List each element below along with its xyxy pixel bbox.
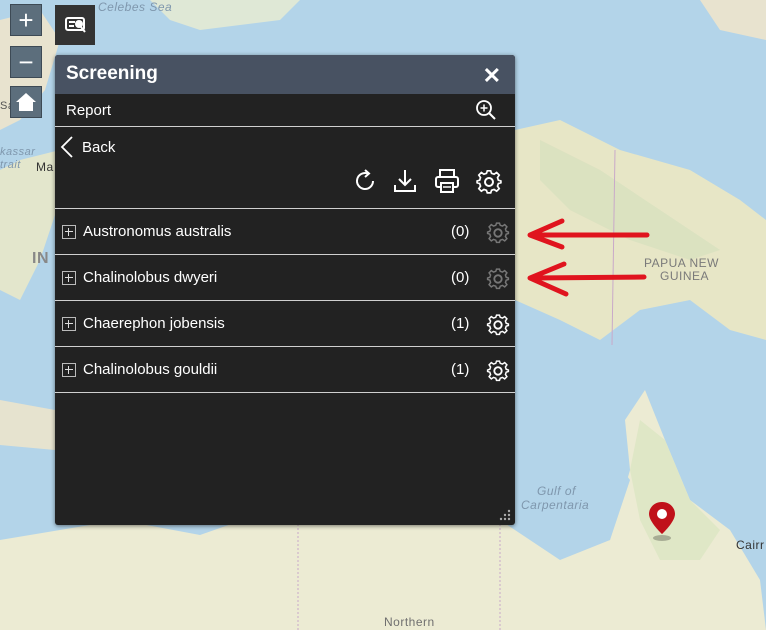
annotation-arrow xyxy=(527,218,650,250)
report-label: Report xyxy=(66,102,112,119)
location-pin-icon[interactable] xyxy=(646,500,678,542)
species-list: Austronomus australis (0) Chalinolobus d… xyxy=(55,208,515,393)
map-label-makassar: kassar xyxy=(0,146,36,158)
refresh-icon[interactable] xyxy=(351,167,379,195)
close-button[interactable]: ✕ xyxy=(483,63,501,89)
species-name: Chalinolobus gouldii xyxy=(83,361,218,378)
species-name: Austronomus australis xyxy=(83,223,232,240)
list-item[interactable]: Chalinolobus dwyeri (0) xyxy=(55,255,515,301)
expand-icon[interactable] xyxy=(62,271,76,285)
screening-panel: Screening ✕ Report Back Austronomus aust… xyxy=(55,55,515,525)
home-icon xyxy=(16,93,36,111)
screening-widget-button[interactable] xyxy=(55,5,95,45)
panel-header: Screening ✕ xyxy=(55,55,515,94)
annotation-arrow xyxy=(527,261,647,297)
settings-icon[interactable] xyxy=(485,219,511,245)
species-count: (1) xyxy=(451,361,470,378)
species-count: (0) xyxy=(451,223,470,240)
settings-icon[interactable] xyxy=(475,167,503,195)
settings-icon[interactable] xyxy=(485,357,511,383)
list-item[interactable]: Austronomus australis (0) xyxy=(55,209,515,255)
species-name: Chaerephon jobensis xyxy=(83,315,225,332)
map-label-carpentaria: Carpentaria xyxy=(521,498,590,512)
species-count: (0) xyxy=(451,269,470,286)
species-count: (1) xyxy=(451,315,470,332)
list-item[interactable]: Chalinolobus gouldii (1) xyxy=(55,347,515,393)
map-label-papua: PAPUA NEW xyxy=(644,256,719,270)
settings-icon[interactable] xyxy=(485,311,511,337)
zoom-in-button[interactable]: + xyxy=(10,4,42,36)
expand-icon[interactable] xyxy=(62,363,76,377)
back-label: Back xyxy=(82,138,116,156)
map-label-gulf: Gulf of xyxy=(537,484,576,498)
species-name: Chalinolobus dwyeri xyxy=(83,269,218,286)
print-icon[interactable] xyxy=(433,167,461,195)
map-label-cairns: Cairr xyxy=(736,538,765,552)
map-label-in: IN xyxy=(32,250,49,267)
expand-icon[interactable] xyxy=(62,225,76,239)
list-item[interactable]: Chaerephon jobensis (1) xyxy=(55,301,515,347)
map-label-celebes-sea: Celebes Sea xyxy=(98,0,173,14)
map-label-northern: Northern xyxy=(384,615,435,629)
expand-icon[interactable] xyxy=(62,317,76,331)
screening-widget-icon xyxy=(65,17,86,33)
chevron-left-icon xyxy=(60,136,73,158)
zoom-out-button[interactable]: − xyxy=(10,46,42,78)
home-button[interactable] xyxy=(10,86,42,118)
map-label-guinea: GUINEA xyxy=(660,269,710,283)
map-label-ma: Ma xyxy=(36,160,54,174)
settings-icon[interactable] xyxy=(485,265,511,291)
map-label-strait: trait xyxy=(0,159,21,171)
back-button[interactable]: Back xyxy=(60,135,115,159)
download-icon[interactable] xyxy=(391,167,419,195)
panel-title: Screening xyxy=(66,63,158,84)
zoom-to-icon[interactable] xyxy=(475,99,497,121)
resize-handle[interactable] xyxy=(499,509,511,521)
report-bar: Report xyxy=(55,94,515,127)
